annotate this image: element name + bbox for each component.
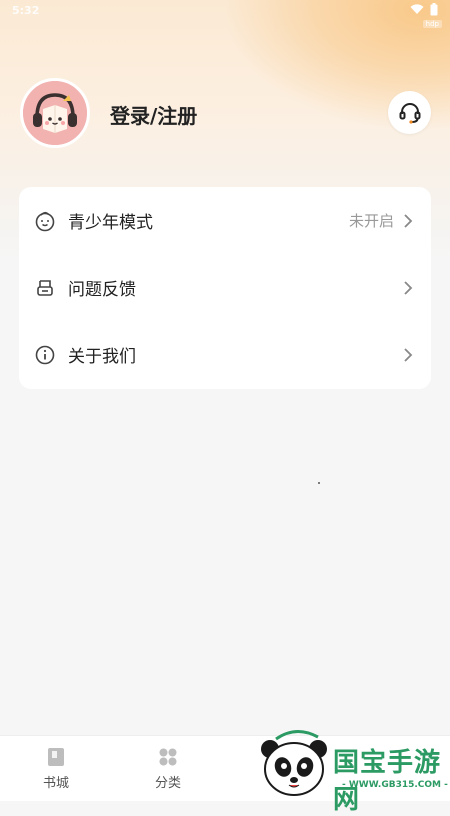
headphone-book-mascot-icon [23,81,87,145]
chevron-right-icon [403,213,413,229]
tab-label: 分类 [154,776,181,791]
stray-dot [318,482,320,484]
category-grid-icon [157,746,179,768]
book-icon [45,746,67,768]
status-icons [410,3,438,16]
watermark-title: 国宝手游网 [333,748,442,815]
tab-label: 书城 [42,776,69,791]
info-circle-icon [34,344,56,366]
teen-mode-status: 未开启 [348,212,394,230]
chevron-right-icon [403,347,413,363]
customer-service-button[interactable] [388,91,431,134]
panda-logo-icon [261,730,327,796]
avatar[interactable] [20,78,90,148]
menu-item-feedback[interactable]: 问题反馈 [19,254,431,321]
menu-item-about-us[interactable]: 关于我们 [19,321,431,388]
chevron-right-icon [403,280,413,296]
child-face-icon [34,210,56,232]
status-bar: 5:32 hdp [0,0,450,28]
menu-item-label: 青少年模式 [68,213,153,233]
customer-service-headset-icon [399,102,420,124]
menu-item-label: 关于我们 [68,347,136,367]
status-tag: hdp [422,20,442,28]
tab-bookstore[interactable]: 书城 [0,736,112,801]
tab-category[interactable]: 分类 [112,736,224,801]
login-register-link[interactable]: 登录/注册 [110,100,197,129]
battery-icon [430,3,438,16]
menu-item-label: 问题反馈 [68,280,136,300]
feedback-box-icon [34,277,56,299]
watermark: 国宝手游网 - WWW.GB315.COM - [250,727,450,815]
wifi-icon [410,4,424,14]
settings-menu-card: 青少年模式 未开启 问题反馈 关于我们 [19,187,431,389]
menu-item-teen-mode[interactable]: 青少年模式 未开启 [19,187,431,254]
watermark-url: - WWW.GB315.COM - [342,780,448,790]
status-time: 5:32 [12,4,40,17]
